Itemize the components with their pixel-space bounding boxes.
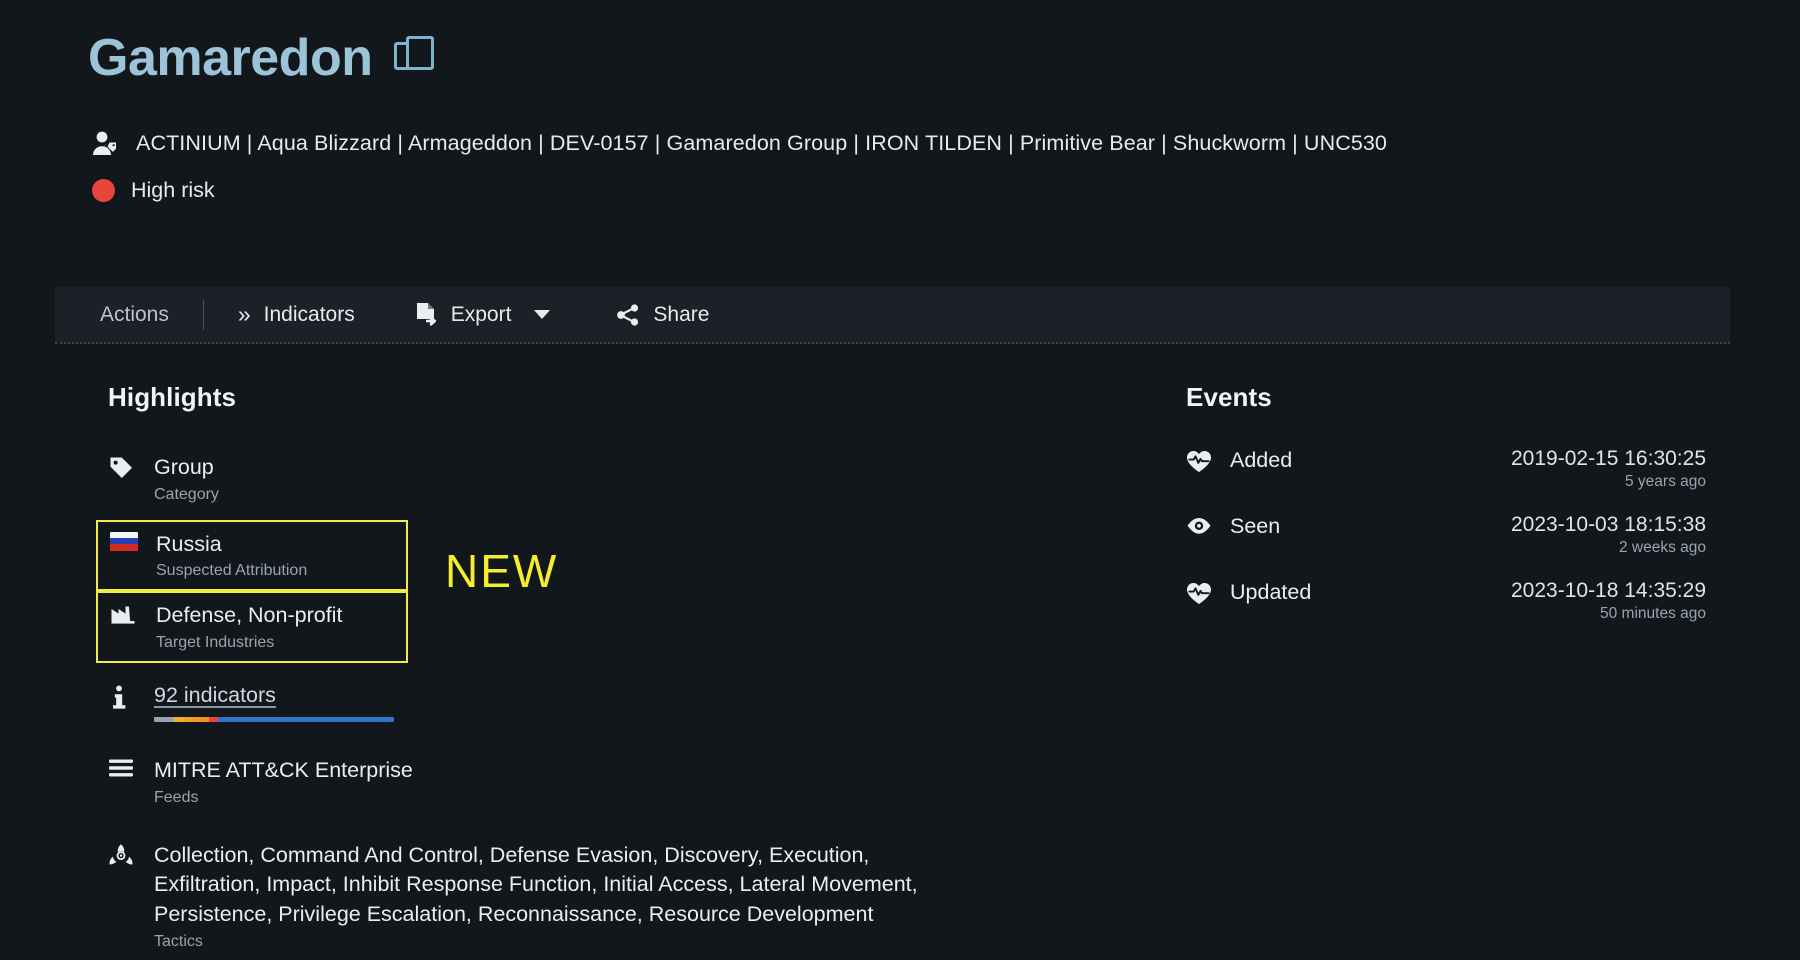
highlight-sub: Tactics (154, 932, 203, 950)
event-label: Seen (1230, 514, 1281, 538)
highlight-main: Group (154, 455, 214, 479)
highlight-sub: Feeds (154, 788, 199, 806)
highlight-row-category[interactable]: Group Category (108, 447, 1118, 510)
highlights-panel: Highlights Group Category Russia Suspect… (96, 382, 1118, 957)
event-date: 2023-10-03 18:15:38 (1511, 513, 1706, 536)
event-relative: 5 years ago (1625, 473, 1706, 490)
indicators-link[interactable]: 92 indicators (154, 683, 276, 707)
highlight-body: Group Category (154, 453, 1118, 504)
heartbeat-icon (1186, 579, 1230, 605)
event-row-added: Added 2019-02-15 16:30:25 5 years ago (1186, 447, 1706, 491)
indicator-bar-segment-red (209, 716, 218, 722)
highlight-main: MITRE ATT&CK Enterprise (154, 757, 413, 782)
actions-toolbar: Actions » Indicators Export Share (55, 287, 1730, 344)
double-chevron-right-icon: » (237, 301, 251, 327)
toolbar-actions-label: Actions (100, 302, 169, 326)
share-label: Share (653, 302, 710, 326)
events-title: Events (1186, 382, 1272, 412)
indicator-severity-bar (154, 716, 394, 722)
factory-icon (110, 601, 156, 625)
tag-icon (108, 453, 154, 481)
highlight-row-tactics[interactable]: Collection, Command And Control, Defense… (108, 835, 1118, 957)
threat-actor-detail-page: Gamaredon ACTINIUM | Aqua Blizzard | Arm… (0, 0, 1800, 960)
highlight-row-indicators[interactable]: 92 indicators (108, 677, 1118, 728)
share-icon (616, 303, 640, 327)
highlight-main: Collection, Command And Control, Defense… (154, 842, 918, 926)
indicators-button[interactable]: » Indicators (238, 303, 355, 327)
event-row-seen: Seen 2023-10-03 18:15:38 2 weeks ago (1186, 513, 1706, 557)
eye-icon (1186, 513, 1230, 536)
events-panel: Events Added 2019-02-15 16:30:25 5 years… (1186, 382, 1706, 645)
risk-row: High risk (92, 178, 215, 203)
highlight-sub: Category (154, 485, 219, 503)
export-label: Export (450, 302, 512, 326)
event-relative: 50 minutes ago (1600, 605, 1706, 622)
highlight-body: Collection, Command And Control, Defense… (154, 841, 1118, 951)
event-values: 2023-10-03 18:15:38 2 weeks ago (1491, 513, 1706, 557)
highlight-main: Defense, Non-profit (156, 603, 343, 628)
list-icon (108, 756, 154, 778)
russia-flag-icon (110, 530, 156, 551)
biohazard-icon (108, 841, 154, 869)
event-values: 2023-10-18 14:35:29 50 minutes ago (1491, 579, 1706, 623)
indicator-bar-segment-amber (174, 716, 210, 722)
highlight-row-target-industries[interactable]: Defense, Non-profit Target Industries (96, 591, 408, 663)
person-tag-icon (92, 130, 120, 156)
title-row: Gamaredon (88, 32, 438, 84)
risk-label: High risk (131, 178, 215, 202)
highlight-row-attribution[interactable]: Russia Suspected Attribution (96, 519, 408, 592)
event-row-updated: Updated 2023-10-18 14:35:29 50 minutes a… (1186, 579, 1706, 623)
info-icon (108, 683, 154, 711)
new-annotation-label: NEW (445, 545, 559, 597)
copy-icon-front-square (406, 36, 435, 70)
highlight-main: Russia (156, 531, 222, 556)
highlight-body: 92 indicators (154, 683, 1118, 722)
highlight-sub: Suspected Attribution (156, 562, 308, 580)
indicator-bar-segment-gray (154, 716, 175, 722)
chevron-down-icon[interactable] (534, 310, 551, 319)
highlights-title: Highlights (108, 382, 237, 412)
copy-icon[interactable] (394, 36, 438, 80)
heartbeat-icon (1186, 447, 1230, 473)
event-label: Updated (1230, 580, 1312, 604)
aliases-row: ACTINIUM | Aqua Blizzard | Armageddon | … (92, 130, 1387, 156)
page-title: Gamaredon (88, 29, 373, 87)
indicators-label: Indicators (263, 302, 355, 326)
export-button[interactable]: Export (415, 302, 551, 327)
share-button[interactable]: Share (616, 303, 709, 327)
highlight-body: Russia Suspected Attribution (156, 530, 396, 581)
event-date: 2019-02-15 16:30:25 (1511, 447, 1706, 470)
toolbar-divider (202, 299, 204, 330)
event-values: 2019-02-15 16:30:25 5 years ago (1491, 447, 1706, 491)
indicator-bar-segment-blue (217, 716, 394, 722)
highlight-row-feeds[interactable]: MITRE ATT&CK Enterprise Feeds (108, 750, 1118, 813)
event-label: Added (1230, 448, 1293, 472)
aliases-text: ACTINIUM | Aqua Blizzard | Armageddon | … (136, 130, 1387, 155)
highlight-body: MITRE ATT&CK Enterprise Feeds (154, 756, 1118, 807)
event-date: 2023-10-18 14:35:29 (1511, 579, 1706, 602)
export-document-icon (415, 302, 438, 327)
event-relative: 2 weeks ago (1618, 539, 1706, 556)
highlight-body: Defense, Non-profit Target Industries (156, 601, 396, 652)
highlight-sub: Target Industries (156, 633, 275, 651)
risk-dot-icon (92, 179, 115, 202)
